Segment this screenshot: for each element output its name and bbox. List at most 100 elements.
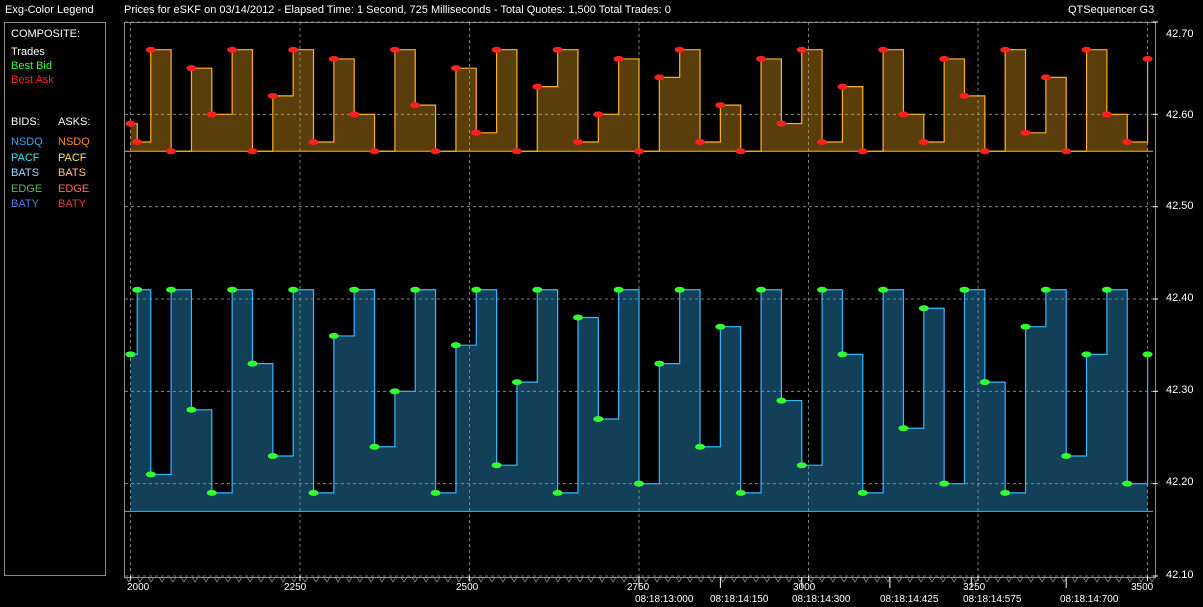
best-bid-point (132, 286, 143, 293)
time-tick-label: 08:18:14:700 (1060, 594, 1119, 605)
best-bid-point (1101, 286, 1112, 293)
best-bid-point (979, 379, 990, 386)
best-ask-point (288, 46, 299, 53)
best-bid-point (288, 286, 299, 293)
y-tick-label: 42.40 (1166, 292, 1194, 304)
best-ask-point (918, 139, 929, 146)
best-bid-point (450, 342, 461, 349)
best-ask-point (369, 148, 380, 155)
best-bid-point (756, 286, 767, 293)
best-ask-point (979, 148, 990, 155)
best-ask-point (654, 74, 665, 81)
best-bid-point (227, 286, 238, 293)
best-bid-point (206, 489, 217, 496)
x-tick-label: 2500 (456, 582, 479, 593)
best-bid-point (247, 360, 258, 367)
best-bid-point (634, 480, 644, 487)
best-bid-point (776, 397, 787, 404)
best-ask-point (227, 46, 238, 53)
x-tick-label: 3000 (793, 582, 816, 593)
y-tick-label: 42.60 (1166, 109, 1194, 121)
best-ask-point (756, 55, 767, 62)
time-tick-label: 08:18:14:425 (880, 594, 939, 605)
best-ask-point (552, 46, 563, 53)
best-bid-point (186, 406, 197, 413)
best-ask-point (267, 92, 278, 99)
best-bid-point (1040, 286, 1051, 293)
best-bid-point (328, 332, 339, 339)
best-bid-point (471, 286, 482, 293)
best-bid-point (837, 351, 848, 358)
best-ask-point (613, 55, 624, 62)
best-bid-point (654, 360, 665, 367)
time-tick-label: 08:18:13:000 (635, 594, 694, 605)
best-bid-point (267, 452, 278, 459)
best-bid-point (349, 286, 360, 293)
best-bid-point (572, 314, 583, 321)
best-bid-point (308, 489, 319, 496)
best-ask-point (593, 111, 604, 118)
best-ask-point (878, 46, 889, 53)
best-bid-point (430, 489, 441, 496)
best-ask-point (817, 139, 828, 146)
best-ask-point (1020, 129, 1031, 136)
best-bid-point (145, 471, 156, 478)
best-bid-point (389, 388, 400, 395)
y-tick-label: 42.30 (1166, 384, 1194, 396)
best-ask-point (1081, 46, 1092, 53)
time-tick-label: 08:18:14:575 (963, 594, 1022, 605)
best-bid-point (735, 489, 746, 496)
best-bid-point (1081, 351, 1092, 358)
best-bid-point (166, 286, 177, 293)
best-ask-point (328, 55, 339, 62)
best-ask-point (1061, 148, 1072, 155)
y-tick-label: 42.10 (1166, 569, 1194, 581)
best-bid-point (817, 286, 828, 293)
best-ask-point (634, 148, 644, 155)
best-bid-point (532, 286, 543, 293)
best-ask-point (837, 83, 848, 90)
best-ask-point (491, 46, 502, 53)
best-ask-point (1142, 55, 1153, 62)
best-ask-point (1122, 139, 1133, 146)
best-ask-point (511, 148, 522, 155)
best-ask-point (1000, 46, 1011, 53)
price-chart[interactable] (0, 0, 1203, 607)
x-tick-label: 2000 (127, 582, 150, 593)
best-bid-point (898, 425, 909, 432)
best-bid-point (878, 286, 889, 293)
best-ask-point (1101, 111, 1112, 118)
best-ask-point (735, 148, 746, 155)
best-bid-point (552, 489, 563, 496)
best-bid-point (796, 462, 807, 469)
best-ask-point (430, 148, 441, 155)
best-bid-point (1122, 480, 1133, 487)
best-ask-point (186, 65, 197, 72)
y-tick-label: 42.20 (1166, 476, 1194, 488)
best-ask-point (674, 46, 685, 53)
y-tick-label: 42.50 (1166, 200, 1194, 212)
best-bid-point (857, 489, 868, 496)
best-bid-point (593, 416, 604, 423)
best-bid-point (695, 443, 706, 450)
best-bid-point (369, 443, 380, 450)
best-bid-point (959, 286, 970, 293)
y-tick-label: 42.70 (1166, 28, 1194, 40)
best-ask-point (132, 139, 143, 146)
best-ask-point (308, 139, 319, 146)
best-ask-point (532, 83, 543, 90)
best-bid-point (125, 351, 136, 358)
best-ask-point (166, 148, 177, 155)
x-tick-label: 2250 (284, 582, 307, 593)
best-ask-point (145, 46, 156, 53)
best-ask-point (410, 102, 421, 109)
best-ask-point (959, 92, 970, 99)
x-tick-label: 3250 (963, 582, 986, 593)
best-bid-point (491, 462, 502, 469)
best-ask-point (776, 120, 787, 127)
best-ask-point (450, 65, 461, 72)
best-ask-point (695, 139, 706, 146)
best-ask-point (206, 111, 217, 118)
best-bid-point (410, 286, 421, 293)
time-tick-label: 08:18:14:150 (710, 594, 769, 605)
